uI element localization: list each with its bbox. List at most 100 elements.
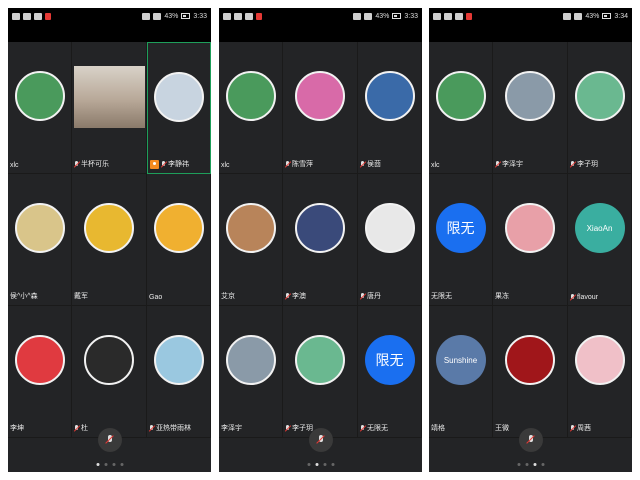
anime-boy-icon xyxy=(153,335,204,385)
participant-tile[interactable]: 限无 无限无 xyxy=(358,306,422,438)
bluetooth-icon xyxy=(153,12,162,20)
avatar-text: XiaoAn xyxy=(586,223,613,233)
status-bar: 43% 3:33 xyxy=(8,8,211,24)
participant-tile[interactable]: xlc xyxy=(219,42,283,174)
mic-muted-icon xyxy=(495,160,500,168)
participant-name-row: 靖格 xyxy=(431,423,445,433)
participant-tile[interactable]: 李静祎 xyxy=(147,42,211,174)
mic-muted-icon xyxy=(74,424,79,432)
cartoon-boy-icon xyxy=(153,203,204,253)
battery-percent: 43% xyxy=(375,12,390,20)
text-avatar: 限无 xyxy=(435,203,486,253)
participant-tile[interactable]: 唐丹 xyxy=(358,174,422,306)
participant-name-row: 亚热带雨林 xyxy=(149,423,191,433)
cartoon-girl-icon xyxy=(14,335,65,385)
participant-tile[interactable]: 半杯可乐 xyxy=(72,42,147,174)
participant-tile[interactable]: 李泽宇 xyxy=(493,42,568,174)
battery-icon xyxy=(392,13,402,19)
participant-name: 周茜 xyxy=(577,425,591,432)
participant-name: 杜 xyxy=(81,425,88,432)
mute-button[interactable] xyxy=(518,428,543,452)
participant-name-row: 王微 xyxy=(495,423,509,433)
participant-name-row: xlc xyxy=(221,162,230,169)
person-landscape-icon xyxy=(505,71,555,121)
participant-name-row: 周茜 xyxy=(570,423,591,433)
cartoon-girl-icon xyxy=(505,203,555,253)
phone-screen-1: 43% 3:33 xlc 半杯可乐 李静祎侯^小^森 戴军 Gao 李坤 杜 亚热带雨林 xyxy=(8,8,211,472)
participant-tile[interactable]: 亚热带雨林 xyxy=(147,306,211,438)
bluetooth-icon xyxy=(364,12,373,20)
participant-name: 李静祎 xyxy=(168,161,189,168)
participant-tile[interactable]: 侯茴 xyxy=(358,42,422,174)
nfc-icon xyxy=(353,12,362,20)
cartoon-crocodile-icon xyxy=(295,335,345,385)
person-landscape-icon xyxy=(225,335,276,385)
participant-name: xlc xyxy=(10,162,19,169)
participant-name-row: 艾京 xyxy=(221,291,235,301)
mute-button[interactable] xyxy=(308,428,333,452)
mic-muted-icon xyxy=(285,424,290,432)
mute-button[interactable] xyxy=(97,428,122,452)
participant-name: 李子玥 xyxy=(577,161,598,168)
mic-muted-icon xyxy=(360,424,365,432)
text-avatar: 限无 xyxy=(364,335,415,385)
participant-tile[interactable]: 李澳 xyxy=(283,174,358,306)
participant-name-row: 李子玥 xyxy=(285,423,313,433)
participant-tile[interactable]: 李子玥 xyxy=(568,42,632,174)
participant-name: 无限无 xyxy=(367,425,388,432)
participant-tile[interactable]: 杜 xyxy=(72,306,147,438)
cartoon-rhino-icon xyxy=(14,203,65,253)
avatar-text: Sunshine xyxy=(443,355,478,365)
participant-tile[interactable]: xlc xyxy=(429,42,493,174)
phone-screen-3: 43% 3:34 xlc 李泽宇 李子玥 限无 无限无 果冻 XiaoAn flavour Su… xyxy=(429,8,632,472)
participant-tile[interactable]: 王微 xyxy=(493,306,568,438)
participant-grid: xlc 陈雪萍 侯茴艾京 李澳 唐丹李泽宇 李子玥 限无无限无 xyxy=(219,42,422,438)
red-circle-icon xyxy=(505,335,555,385)
waterfall-icon xyxy=(225,71,276,121)
phone-screen-2: 43% 3:33 xlc 陈雪萍 侯茴艾京 李澳 唐丹李泽宇 李子玥 限无无限无 xyxy=(219,8,422,472)
status-bar: 43% 3:33 xyxy=(219,8,422,24)
participant-name-row: 杜 xyxy=(74,423,88,433)
participant-name-row: flavour xyxy=(570,294,598,301)
participant-tile[interactable]: XiaoAn flavour xyxy=(568,174,632,306)
participant-tile[interactable]: 李坤 xyxy=(8,306,72,438)
participant-name-row: xlc xyxy=(10,162,19,169)
mic-muted-icon xyxy=(570,294,575,301)
participant-name-row: 李澳 xyxy=(285,291,306,301)
participant-tile[interactable]: 侯^小^森 xyxy=(8,174,72,306)
participant-tile[interactable]: 果冻 xyxy=(493,174,568,306)
participant-name: 陈雪萍 xyxy=(292,161,313,168)
participant-tile[interactable]: 艾京 xyxy=(219,174,283,306)
participant-name: 唐丹 xyxy=(367,293,381,300)
participant-tile[interactable]: Gao xyxy=(147,174,211,306)
mic-muted-icon xyxy=(317,435,324,445)
participant-name: 靖格 xyxy=(431,425,445,432)
mic-muted-icon xyxy=(570,424,575,432)
participant-name-row: 陈雪萍 xyxy=(285,159,313,169)
cartoon-crocodile-icon xyxy=(574,71,625,121)
participant-tile[interactable]: 限无 无限无 xyxy=(429,174,493,306)
participant-name: 王微 xyxy=(495,425,509,432)
blue-silhouette-icon xyxy=(364,71,415,121)
participant-tile[interactable]: 李泽宇 xyxy=(219,306,283,438)
participant-tile[interactable]: 李子玥 xyxy=(283,306,358,438)
battery-percent: 43% xyxy=(585,12,600,20)
participant-name: 果冻 xyxy=(495,293,509,300)
bluetooth-icon xyxy=(574,12,583,20)
participant-name-row: 无限无 xyxy=(360,423,388,433)
participant-tile[interactable]: Sunshine 靖格 xyxy=(429,306,493,438)
participant-tile[interactable]: 周茜 xyxy=(568,306,632,438)
sunshine-icon: Sunshine xyxy=(435,335,486,385)
participant-tile[interactable]: 戴军 xyxy=(72,174,147,306)
nfc-icon xyxy=(142,12,151,20)
participant-name: 侯^小^森 xyxy=(10,293,38,300)
mic-muted-icon xyxy=(161,160,166,168)
participant-name: 李泽宇 xyxy=(221,425,242,432)
battery-icon xyxy=(181,13,191,19)
battery-percent: 43% xyxy=(164,12,179,20)
participant-tile[interactable]: 陈雪萍 xyxy=(283,42,358,174)
participant-name-row: xlc xyxy=(431,162,440,169)
mic-muted-icon xyxy=(285,292,290,300)
participant-tile[interactable]: xlc xyxy=(8,42,72,174)
waterfall-icon xyxy=(435,71,486,121)
